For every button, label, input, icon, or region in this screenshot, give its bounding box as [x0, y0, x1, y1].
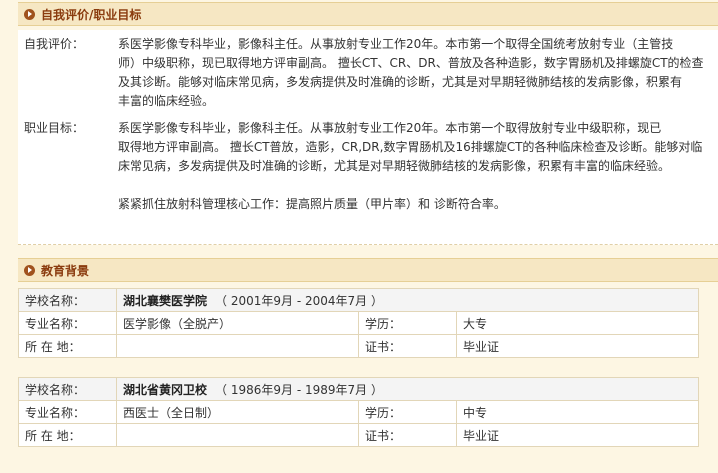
major-value: 西医士（全日制）: [116, 400, 359, 424]
self-eval-line: 丰富的临床经验。: [118, 94, 215, 108]
school-row: 学校名称： 湖北襄樊医学院 （ 2001年9月 - 2004年7月 ）: [18, 288, 699, 312]
school-cell: 湖北襄樊医学院 （ 2001年9月 - 2004年7月 ）: [116, 288, 699, 312]
section-title: 自我评价/职业目标: [41, 7, 142, 22]
school-cell: 湖北省黄冈卫校 （ 1986年9月 - 1989年7月 ）: [116, 377, 699, 401]
major-row: 专业名称： 医学影像（全脱产） 学历： 大专: [18, 311, 699, 335]
school-name: 湖北省黄冈卫校: [123, 382, 208, 397]
section-title: 教育背景: [41, 263, 90, 278]
certificate-label: 证书：: [358, 334, 457, 358]
location-value: [116, 334, 359, 358]
school-name: 湖北襄樊医学院: [123, 293, 208, 308]
certificate-value: 毕业证: [456, 334, 699, 358]
major-label: 专业名称：: [18, 400, 117, 424]
location-row: 所 在 地： 证书： 毕业证: [18, 423, 699, 447]
section-arrow-icon: [24, 264, 35, 276]
school-period: （ 2001年9月 - 2004年7月 ）: [215, 293, 383, 308]
degree-value: 中专: [456, 400, 699, 424]
school-label: 学校名称：: [18, 377, 117, 401]
career-goal-line: 系医学影像专科毕业，影像科主任。从事放射专业工作20年。本市第一个取得放射专业中…: [118, 121, 662, 135]
self-eval-section-header: 自我评价/职业目标: [18, 2, 718, 26]
career-goal-label: 职业目标：: [24, 121, 85, 135]
education-entry: 学校名称： 湖北省黄冈卫校 （ 1986年9月 - 1989年7月 ） 专业名称：…: [18, 377, 699, 447]
degree-label: 学历：: [358, 400, 457, 424]
degree-value: 大专: [456, 311, 699, 335]
self-eval-line: 师）中级职称，现已取得地方评审副高。 擅长CT、CR、DR、普放及各种造影，数字…: [118, 56, 704, 70]
major-label: 专业名称：: [18, 311, 117, 335]
education-section-header: 教育背景: [18, 258, 718, 282]
self-eval-line: 及其诊断。能够对临床常见病，多发病提供及时准确的诊断，尤其是对早期轻微肺结核的发…: [118, 75, 683, 89]
self-eval-block: 自我评价： 系医学影像专科毕业，影像科主任。从事放射专业工作20年。本市第一个取…: [18, 30, 718, 115]
career-goal-line: 取得地方评审副高。 擅长CT普放，造影，CR,DR,数字胃肠机及16排螺旋CT的…: [118, 140, 703, 154]
education-entry: 学校名称： 湖北襄樊医学院 （ 2001年9月 - 2004年7月 ） 专业名称：…: [18, 288, 699, 358]
self-eval-label: 自我评价：: [24, 37, 85, 51]
career-goal-extra: 紧紧抓住放射科管理核心工作：提高照片质量（甲片率）和 诊断符合率。: [118, 197, 506, 211]
career-goal-line: 床常见病，多发病提供及时准确的诊断，尤其是对早期轻微肺结核的发病影像，积累有丰富…: [118, 159, 671, 173]
location-label: 所 在 地：: [18, 334, 117, 358]
location-value: [116, 423, 359, 447]
school-period: （ 1986年9月 - 1989年7月 ）: [215, 382, 383, 397]
major-value: 医学影像（全脱产）: [116, 311, 359, 335]
major-row: 专业名称： 西医士（全日制） 学历： 中专: [18, 400, 699, 424]
section-arrow-icon: [24, 8, 35, 20]
location-label: 所 在 地：: [18, 423, 117, 447]
school-label: 学校名称：: [18, 288, 117, 312]
self-eval-line: 系医学影像专科毕业，影像科主任。从事放射专业工作20年。本市第一个取得全国统考放…: [118, 37, 674, 51]
location-row: 所 在 地： 证书： 毕业证: [18, 334, 699, 358]
career-goal-block: 职业目标： 系医学影像专科毕业，影像科主任。从事放射专业工作20年。本市第一个取…: [18, 114, 718, 245]
self-eval-text: 系医学影像专科毕业，影像科主任。从事放射专业工作20年。本市第一个取得全国统考放…: [118, 35, 708, 111]
school-row: 学校名称： 湖北省黄冈卫校 （ 1986年9月 - 1989年7月 ）: [18, 377, 699, 401]
career-goal-text: 系医学影像专科毕业，影像科主任。从事放射专业工作20年。本市第一个取得放射专业中…: [118, 119, 708, 214]
certificate-value: 毕业证: [456, 423, 699, 447]
certificate-label: 证书：: [358, 423, 457, 447]
degree-label: 学历：: [358, 311, 457, 335]
